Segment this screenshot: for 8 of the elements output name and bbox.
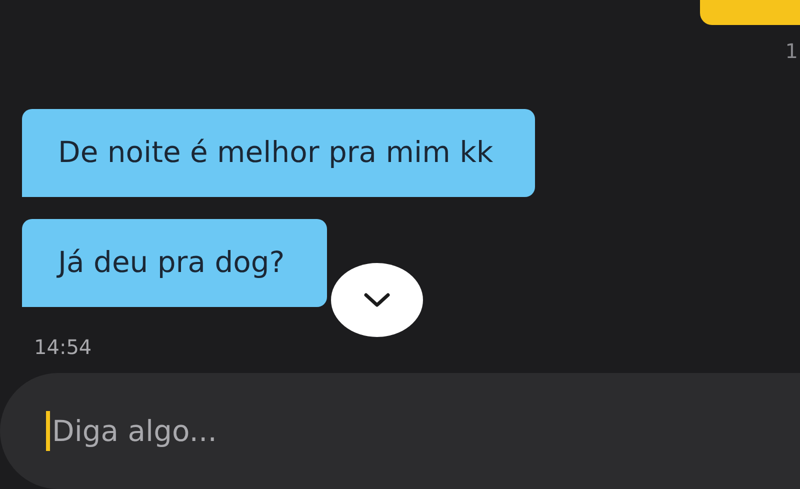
message-field[interactable]: Diga algo...: [0, 373, 800, 489]
message-input[interactable]: Diga algo...: [50, 413, 800, 449]
chevron-down-icon: [362, 292, 391, 308]
message-time: 1: [785, 39, 798, 61]
message-time: 14:54: [34, 335, 92, 359]
received-message: De noite é melhor pra mim kk: [22, 109, 536, 197]
text-cursor: [46, 411, 50, 451]
received-message: Já deu pra dog?: [22, 219, 327, 307]
